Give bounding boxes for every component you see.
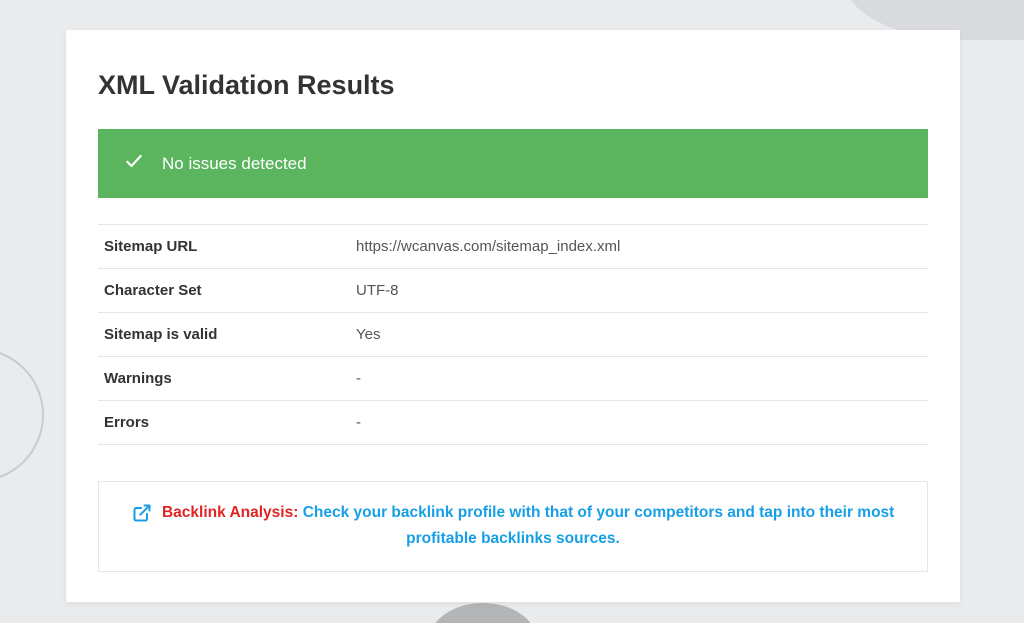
page-title: XML Validation Results	[98, 70, 928, 101]
details-table: Sitemap URL https://wcanvas.com/sitemap_…	[98, 224, 928, 445]
status-banner: No issues detected	[98, 129, 928, 198]
promo-banner: Backlink Analysis: Check your backlink p…	[98, 481, 928, 572]
table-row: Warnings -	[98, 357, 928, 401]
detail-label: Character Set	[98, 269, 350, 313]
detail-label: Warnings	[98, 357, 350, 401]
bg-oval-shape	[428, 603, 538, 623]
detail-value: -	[350, 357, 928, 401]
detail-value: Yes	[350, 313, 928, 357]
detail-value: -	[350, 401, 928, 445]
detail-label: Sitemap is valid	[98, 313, 350, 357]
bg-circle-shape	[0, 348, 44, 482]
table-row: Sitemap URL https://wcanvas.com/sitemap_…	[98, 225, 928, 269]
check-icon	[124, 151, 144, 176]
detail-label: Errors	[98, 401, 350, 445]
detail-label: Sitemap URL	[98, 225, 350, 269]
promo-lead: Backlink Analysis:	[162, 504, 298, 521]
external-link-icon	[132, 503, 152, 523]
status-message: No issues detected	[162, 154, 307, 174]
detail-value: https://wcanvas.com/sitemap_index.xml	[350, 225, 928, 269]
results-card: XML Validation Results No issues detecte…	[66, 30, 960, 602]
table-row: Character Set UTF-8	[98, 269, 928, 313]
promo-link[interactable]: Check your backlink profile with that of…	[303, 504, 895, 547]
detail-value: UTF-8	[350, 269, 928, 313]
table-row: Errors -	[98, 401, 928, 445]
table-row: Sitemap is valid Yes	[98, 313, 928, 357]
